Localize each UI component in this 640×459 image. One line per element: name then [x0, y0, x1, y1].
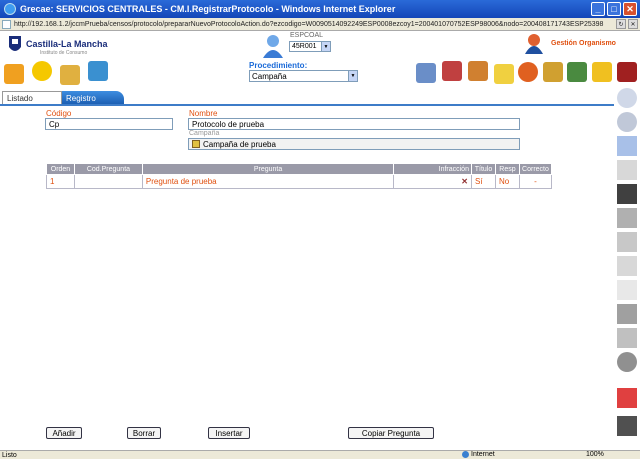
procedimiento-select-value: Campaña [252, 71, 287, 81]
esp-select-value: 45R001 [292, 43, 317, 50]
esp-select[interactable]: 45R001 ▼ [289, 41, 331, 52]
codigo-input[interactable]: Cp [45, 118, 173, 130]
close-button[interactable]: ✕ [623, 2, 637, 16]
laptop-icon[interactable] [416, 63, 436, 83]
preguntas-table: Orden Cod.Pregunta Pregunta Infracción T… [46, 163, 553, 189]
cell-orden: 1 [46, 174, 75, 189]
tag-icon[interactable] [4, 64, 24, 84]
tab-bar: Listado Registro [0, 91, 614, 105]
campana-input[interactable]: Campaña de prueba [188, 138, 520, 150]
cell-pregunta: Pregunta de prueba [141, 174, 395, 189]
address-url[interactable]: http://192.168.1.2/jccmPrueba/censos/pro… [14, 21, 603, 28]
campana-label: Campaña [189, 130, 220, 137]
codigo-label: Código [46, 109, 72, 118]
org-label[interactable]: Gestión Organismo [551, 40, 616, 47]
user-icon [263, 35, 283, 58]
page-icon [2, 19, 11, 29]
books-icon[interactable] [442, 61, 462, 81]
esp-label: ESPCOAL [290, 32, 324, 39]
clip-icon[interactable] [617, 256, 637, 276]
tools-icon[interactable] [567, 62, 587, 82]
gears-icon[interactable] [592, 62, 612, 82]
zone-text: Internet [471, 451, 495, 458]
folder-icon[interactable] [60, 65, 80, 85]
minimize-button[interactable]: _ [591, 2, 605, 16]
tab-listado[interactable]: Listado [2, 91, 62, 105]
cell-resp: No [494, 174, 520, 189]
globe-icon [462, 451, 469, 458]
globe-icon[interactable] [518, 62, 538, 82]
col-orden[interactable]: Orden [46, 163, 75, 175]
chevron-down-icon[interactable]: ▼ [321, 42, 330, 51]
tab-registro[interactable]: Registro [62, 91, 124, 105]
users-icon[interactable] [88, 61, 108, 81]
organization-icon [525, 34, 543, 54]
magnifier-icon[interactable] [543, 62, 563, 82]
library-icon[interactable] [468, 61, 488, 81]
security-zone: Internet [462, 451, 495, 458]
window-titlebar: Grecae: SERVICIOS CENTRALES - CM.I.Regis… [0, 0, 640, 18]
table-header-row: Orden Cod.Pregunta Pregunta Infracción T… [46, 163, 553, 175]
col-resp[interactable]: Resp [494, 163, 520, 175]
col-infraccion[interactable]: Infracción [393, 163, 472, 175]
blank-icon[interactable] [617, 280, 637, 300]
search-icon[interactable] [617, 88, 637, 108]
delete-icon[interactable] [617, 388, 637, 408]
logo-subtitle: Instituto de Consumo [40, 50, 88, 56]
window-title: Grecae: SERVICIOS CENTRALES - CM.I.Regis… [20, 4, 396, 14]
cell-infraccion: ✕ [393, 174, 472, 189]
col-cod-pregunta[interactable]: Cod.Pregunta [73, 163, 143, 175]
save-icon[interactable] [617, 184, 637, 204]
nombre-input[interactable]: Protocolo de prueba [188, 118, 520, 130]
campana-value: Campaña de prueba [203, 139, 276, 149]
tools-icon[interactable]: ✕ [461, 177, 468, 186]
status-text: Listo [2, 451, 17, 459]
maximize-button[interactable]: □ [607, 2, 621, 16]
lookup-icon[interactable] [192, 140, 200, 148]
cell-titulo: Sí [470, 174, 496, 189]
print-icon[interactable] [617, 304, 637, 324]
spellcheck-icon[interactable] [617, 328, 637, 348]
cell-correcto: - [518, 174, 553, 189]
zoom-level[interactable]: 100% [586, 451, 604, 458]
crest-icon [9, 36, 21, 51]
copy-question-button[interactable]: Copiar Pregunta [348, 427, 434, 439]
bicycle-icon[interactable] [617, 416, 637, 436]
col-titulo[interactable]: Título [470, 163, 496, 175]
chevron-down-icon[interactable]: ▼ [348, 71, 357, 81]
add-button[interactable]: Añadir [46, 427, 82, 439]
status-bar: Listo Internet 100% [0, 450, 640, 459]
lightbulb-icon[interactable] [32, 61, 52, 81]
settings-icon[interactable] [617, 352, 637, 372]
logo-text: Castilla-La Mancha [26, 39, 108, 49]
insert-button[interactable]: Insertar [208, 427, 250, 439]
delete-button[interactable]: Borrar [127, 427, 161, 439]
app-header: Castilla-La Mancha Instituto de Consumo … [0, 31, 640, 90]
table-row[interactable]: 1 Pregunta de prueba ✕ Sí No - [46, 174, 553, 189]
procedimiento-label: Procedimiento: [249, 61, 308, 70]
copy-icon[interactable] [617, 232, 637, 252]
exit-icon[interactable] [617, 62, 637, 82]
scissors-icon[interactable] [617, 208, 637, 228]
col-pregunta[interactable]: Pregunta [141, 163, 395, 175]
ie-icon [4, 3, 16, 15]
envelope-icon[interactable] [494, 64, 514, 84]
address-bar[interactable]: http://192.168.1.2/jccmPrueba/censos/pro… [0, 18, 640, 31]
tab-divider [0, 104, 614, 106]
document-icon[interactable] [617, 160, 637, 180]
layers-icon[interactable] [617, 136, 637, 156]
procedimiento-select[interactable]: Campaña ▼ [249, 70, 358, 82]
refresh-icon[interactable]: ↻ [616, 19, 626, 29]
back-icon[interactable] [617, 112, 637, 132]
col-correcto[interactable]: Correcto [518, 163, 553, 175]
cell-cod [73, 174, 143, 189]
nombre-label: Nombre [189, 109, 218, 118]
right-toolbar [614, 86, 640, 450]
stop-icon[interactable]: ✕ [628, 19, 638, 29]
